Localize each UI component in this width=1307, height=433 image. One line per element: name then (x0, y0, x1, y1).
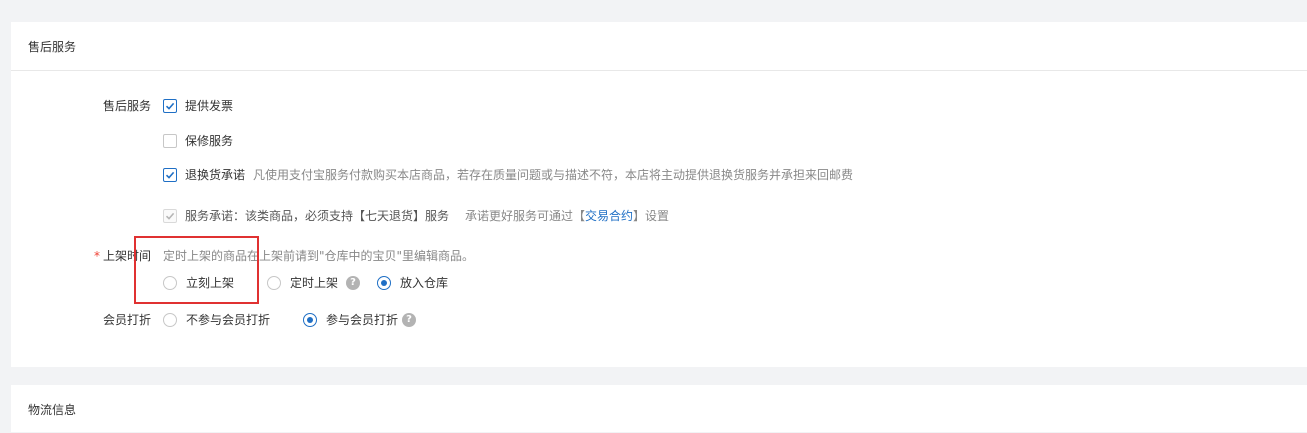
check-icon (165, 171, 175, 179)
return-promise-label: 退换货承诺 (185, 168, 246, 182)
help-icon[interactable]: ? (346, 275, 361, 290)
put-in-warehouse-option[interactable]: 放入仓库 (377, 274, 448, 291)
put-in-warehouse-radio[interactable] (377, 275, 392, 290)
service-promise-note: 承诺更好服务可通过【交易合约】设置 (465, 207, 669, 224)
logistics-panel: 物流信息 (11, 385, 1307, 432)
after-sales-service-label: 售后服务 (102, 99, 151, 113)
logistics-panel-title: 物流信息 (28, 402, 77, 417)
service-promise-note-post: 】设置 (633, 209, 670, 223)
no-member-discount-radio[interactable] (163, 312, 177, 327)
required-mark: * (93, 249, 100, 263)
put-in-warehouse-label: 放入仓库 (400, 276, 449, 290)
service-promise-row: 服务承诺：该类商品，必须支持【七天退货】服务 承诺更好服务可通过【交易合约】设置 (163, 207, 669, 224)
service-promise-label: 服务承诺：该类商品，必须支持【七天退货】服务 (185, 209, 450, 223)
service-promise-note-pre: 承诺更好服务可通过【 (465, 209, 586, 223)
return-promise-description: 凡使用支付宝服务付款购买本店商品，若存在质量问题或与描述不符，本店将主动提供退换… (253, 168, 854, 182)
trade-contract-link[interactable]: 交易合约 (585, 209, 633, 223)
return-promise-checkbox[interactable] (163, 167, 177, 182)
invoice-checkbox[interactable] (163, 98, 177, 113)
invoice-label: 提供发票 (185, 99, 234, 113)
return-promise-option[interactable]: 退换货承诺 凡使用支付宝服务付款购买本店商品，若存在质量问题或与描述不符，本店将… (163, 166, 853, 183)
service-promise-checkbox (163, 208, 177, 223)
member-discount-radio[interactable] (303, 312, 318, 327)
scheduled-listing-label: 定时上架 (290, 276, 339, 290)
warranty-label: 保修服务 (185, 134, 234, 148)
help-icon[interactable]: ? (402, 312, 417, 327)
member-discount-options: 不参与会员打折 参与会员打折 ? (163, 311, 417, 328)
check-icon (165, 102, 175, 110)
invoice-option[interactable]: 提供发票 (163, 97, 233, 114)
scheduled-listing-radio[interactable] (267, 275, 282, 290)
member-discount-option-label: 参与会员打折 (326, 313, 399, 327)
member-discount-label: 会员打折 (102, 313, 151, 327)
no-member-discount-label: 不参与会员打折 (186, 313, 271, 327)
member-discount-option[interactable]: 参与会员打折 ? (303, 311, 417, 328)
scheduled-listing-option[interactable]: 定时上架 ? (267, 274, 361, 291)
check-icon (165, 212, 175, 220)
after-sales-panel-title: 售后服务 (11, 22, 1307, 71)
warranty-checkbox[interactable] (163, 133, 177, 148)
warranty-option[interactable]: 保修服务 (163, 132, 233, 149)
highlight-annotation-box (134, 236, 259, 304)
no-member-discount-option[interactable]: 不参与会员打折 (163, 311, 270, 328)
